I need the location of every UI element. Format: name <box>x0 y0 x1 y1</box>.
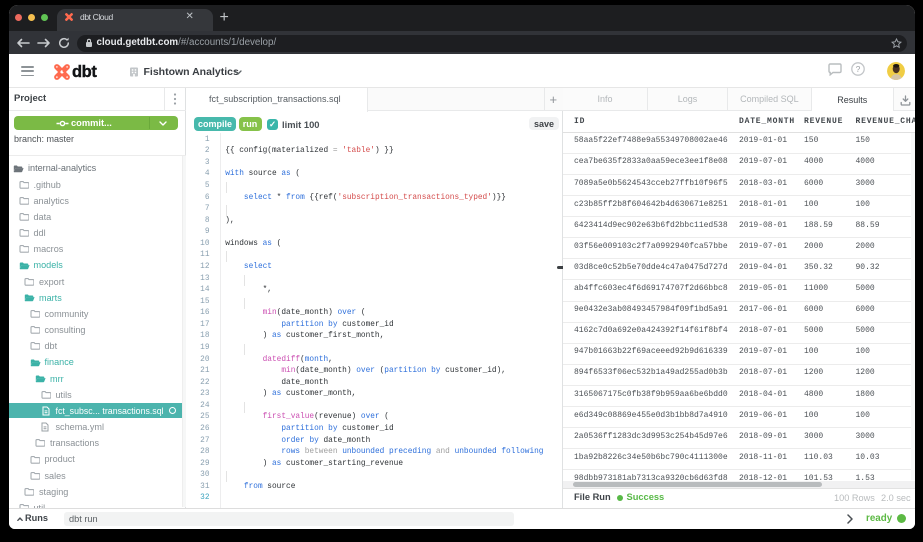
svg-text:?: ? <box>856 64 861 74</box>
